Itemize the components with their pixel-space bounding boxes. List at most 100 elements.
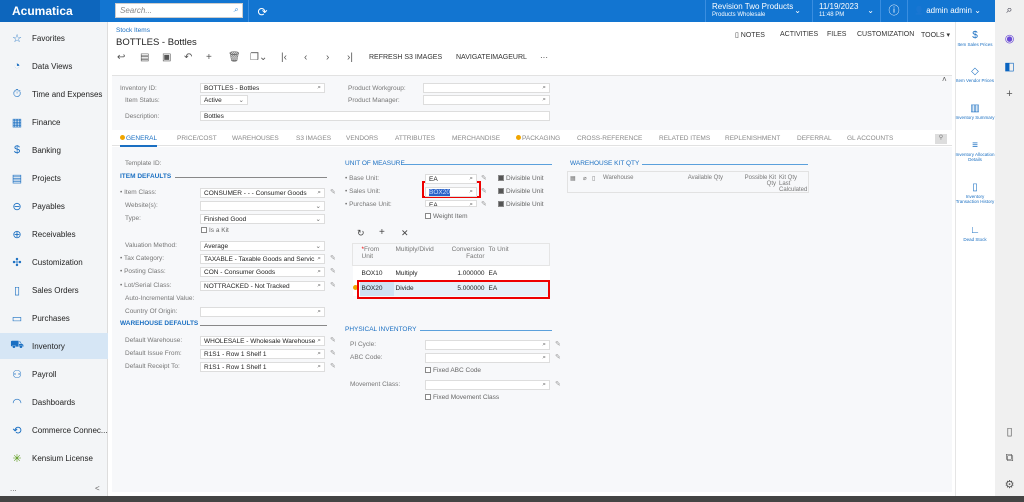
related-link-item-vendor-prices[interactable]: ◇ Item Vendor Prices [955, 66, 995, 83]
add-icon[interactable]: + [995, 88, 1024, 100]
pi-cycle-field[interactable]: ⌕ [425, 340, 550, 350]
collapse-summary-icon[interactable]: ˄ [942, 75, 947, 84]
back-icon[interactable]: ↩ [117, 52, 125, 63]
purchase-unit-field[interactable]: EA ⌕ [425, 200, 477, 207]
default-warehouse-field[interactable]: WHOLESALE - Wholesale Warehouse ⌕ [200, 336, 325, 346]
edit-icon[interactable]: ✎ [330, 188, 336, 196]
website-field[interactable]: ⌄ [200, 201, 325, 211]
add-icon[interactable]: + [206, 52, 212, 63]
tab-gl-accounts[interactable]: GL ACCOUNTS [847, 135, 893, 142]
edit-icon[interactable]: ✎ [555, 380, 561, 388]
sidebar-item-data-views[interactable]: ◔ Data Views [0, 53, 108, 79]
sidebar-item-favorites[interactable]: ☆ Favorites [0, 25, 108, 51]
next-record-icon[interactable]: › [326, 52, 329, 63]
fixed-movement-class-checkbox[interactable]: Fixed Movement Class [425, 394, 499, 401]
related-link-item-sales-prices[interactable]: $ Item Sales Prices [955, 30, 995, 47]
outlook-icon[interactable]: ◧ [995, 60, 1024, 73]
column-header[interactable]: *From Unit [360, 244, 394, 266]
column-header[interactable]: Possible Kit Qty [736, 175, 776, 187]
tab-packaging[interactable]: PACKAGING [516, 135, 560, 142]
brand-logo[interactable]: Acumatica [0, 0, 100, 22]
tab-settings-icon[interactable]: ⚲ [935, 134, 947, 144]
related-link-inventory-transaction-history[interactable]: ▯ Inventory Transaction History [955, 182, 995, 204]
divisible-unit-checkbox[interactable]: Divisible Unit [498, 201, 544, 208]
refresh-s3-images-button[interactable]: REFRESH S3 IMAGES [369, 54, 442, 61]
sidebar-item-customization[interactable]: ✣ Customization [0, 249, 108, 275]
edit-icon[interactable]: ✎ [481, 200, 487, 208]
item-class-field[interactable]: CONSUMER - - - Consumer Goods ⌕ [200, 188, 325, 198]
tab-merchandise[interactable]: MERCHANDISE [452, 135, 500, 142]
related-link-inventory-summary[interactable]: ▥ Inventory Summary [955, 103, 995, 120]
posting-class-field[interactable]: CON - Consumer Goods ⌕ [200, 267, 325, 277]
notes-button[interactable]: ▯ NOTES [735, 31, 765, 39]
undo-icon[interactable]: ↶ [184, 52, 192, 63]
lot-serial-class-field[interactable]: NOTTRACKED - Not Tracked ⌕ [200, 281, 325, 291]
search-input[interactable]: Search... ⌕ [115, 3, 243, 18]
tab-deferral[interactable]: DEFERRAL [797, 135, 832, 142]
column-header[interactable]: Warehouse [603, 175, 633, 181]
gear-icon[interactable]: ⚙ [995, 478, 1024, 491]
column-header[interactable]: Conversion Factor [437, 244, 487, 266]
breadcrumb[interactable]: Stock Items [116, 27, 150, 34]
tab-price-cost[interactable]: PRICE/COST [177, 135, 217, 142]
edit-icon[interactable]: ✎ [330, 281, 336, 289]
sidebar-item-purchases[interactable]: ▭ Purchases [0, 305, 108, 331]
related-link-inventory-allocation-details[interactable]: ≡ Inventory Allocation Details [955, 140, 995, 162]
edit-icon[interactable]: ✎ [555, 353, 561, 361]
customization-button[interactable]: CUSTOMIZATION [857, 31, 914, 38]
more-modules-button[interactable]: ... [10, 484, 17, 493]
sidebar-item-time-and-expenses[interactable]: ⏱ Time and Expenses [0, 81, 108, 107]
sidebar-item-receivables[interactable]: ⊕ Receivables [0, 221, 108, 247]
related-link-dead-stock[interactable]: ∟ Dead Stock [955, 225, 995, 242]
delete-icon[interactable]: 🗑 [228, 52, 241, 63]
copilot-icon[interactable]: ◉ [995, 32, 1024, 45]
tab-warehouses[interactable]: WAREHOUSES [232, 135, 279, 142]
copy-paste-icon[interactable]: ❐⌄ [250, 52, 267, 63]
valuation-method-field[interactable]: Average ⌄ [200, 241, 325, 251]
save-icon[interactable]: ▣ [162, 52, 171, 63]
is-kit-checkbox[interactable]: Is a Kit [201, 227, 229, 234]
tab-related-items[interactable]: RELATED ITEMS [659, 135, 710, 142]
edit-icon[interactable]: ✎ [555, 340, 561, 348]
fixed-abc-code-checkbox[interactable]: Fixed ABC Code [425, 367, 481, 374]
tab-attributes[interactable]: ATTRIBUTES [395, 135, 435, 142]
item-status-select[interactable]: Active ⌄ [200, 95, 248, 105]
description-field[interactable]: Bottles [200, 111, 550, 121]
sidebar-item-commerce-connec[interactable]: ⟲ Commerce Connec... [0, 417, 108, 443]
column-header[interactable]: Multiply/Divid [394, 244, 437, 266]
edit-icon[interactable]: ✎ [330, 267, 336, 275]
refresh-icon[interactable]: ↻ [357, 228, 365, 239]
sidebar-item-dashboards[interactable]: ◠ Dashboards [0, 389, 108, 415]
save-close-icon[interactable]: ▤ [140, 52, 149, 63]
weight-item-checkbox[interactable]: Weight Item [425, 213, 468, 220]
company-selector[interactable]: Revision Two Products Products Wholesale ⌄ [705, 0, 807, 22]
tab-vendors[interactable]: VENDORS [346, 135, 378, 142]
default-issue-from-field[interactable]: R1S1 - Row 1 Shelf 1 ⌕ [200, 349, 325, 359]
previous-record-icon[interactable]: ‹ [304, 52, 307, 63]
movement-class-field[interactable]: ⌕ [425, 380, 550, 390]
sidebar-item-banking[interactable]: $ Banking [0, 137, 108, 163]
product-workgroup-field[interactable]: ⌕ [423, 83, 550, 93]
inventory-id-field[interactable]: BOTTLES - Bottles ⌕ [200, 83, 325, 93]
edit-icon[interactable]: ✎ [330, 349, 336, 357]
sidebar-item-payroll[interactable]: ⚇ Payroll [0, 361, 108, 387]
external-link-icon[interactable]: ⧉ [995, 452, 1024, 465]
sidebar-toggle-icon[interactable]: ▯ [995, 425, 1024, 438]
files-button[interactable]: FILES [827, 31, 846, 38]
sidebar-item-inventory[interactable]: ⛟ Inventory [0, 333, 108, 359]
sidebar-item-projects[interactable]: ▤ Projects [0, 165, 108, 191]
edit-icon[interactable]: ✎ [330, 254, 336, 262]
tab-replenishment[interactable]: REPLENISHMENT [725, 135, 780, 142]
add-row-icon[interactable]: + [379, 227, 385, 238]
edit-icon[interactable]: ✎ [481, 174, 487, 182]
search-icon[interactable]: ⌕ [995, 4, 1024, 17]
first-record-icon[interactable]: |‹ [281, 52, 287, 63]
sales-unit-field[interactable]: BOX20 ⌕ [425, 187, 477, 197]
tab-general[interactable]: GENERAL [120, 135, 158, 147]
tools-button[interactable]: TOOLS ▾ [921, 31, 950, 39]
divisible-unit-checkbox[interactable]: Divisible Unit [498, 175, 544, 182]
column-header[interactable]: Kit Qty Last Calculated [779, 175, 809, 193]
user-menu[interactable]: 👤 admin admin ⌄ [907, 0, 995, 22]
date-selector[interactable]: 11/19/2023 11:48 PM ⌄ [812, 0, 880, 22]
edit-icon[interactable]: ✎ [330, 336, 336, 344]
